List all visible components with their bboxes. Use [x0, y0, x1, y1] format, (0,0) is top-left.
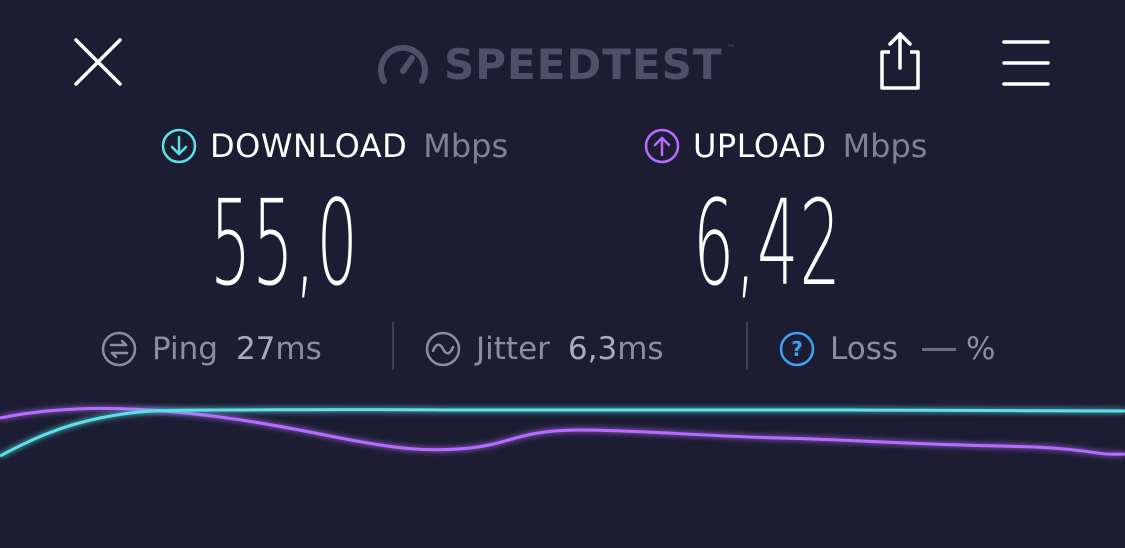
loss-empty-dash [922, 347, 956, 351]
jitter-value: 6,3ms [568, 331, 664, 367]
speedtest-logo: SPEEDTEST ™ [376, 36, 736, 92]
upload-speed-value: 6,42 [693, 174, 842, 312]
trademark-mark: ™ [726, 44, 736, 54]
close-icon [74, 38, 122, 86]
loss-stat[interactable]: ? Loss % [778, 324, 995, 374]
share-button[interactable] [872, 30, 928, 92]
download-speed-value: 55,0 [210, 174, 359, 312]
loss-unit: % [966, 331, 996, 367]
stat-divider [746, 322, 748, 370]
close-button[interactable] [70, 34, 126, 90]
share-icon [880, 32, 920, 90]
ping-number: 27 [235, 331, 276, 367]
loss-label: Loss [830, 331, 898, 367]
download-graph-line [0, 408, 1125, 458]
jitter-wave-icon [425, 331, 461, 367]
menu-button[interactable] [1000, 36, 1052, 88]
speedometer-icon [378, 44, 428, 84]
upload-graph-line [0, 406, 1125, 456]
logo-text: SPEEDTEST [444, 39, 723, 89]
ping-label: Ping [152, 331, 218, 367]
download-header: DOWNLOAD Mbps [160, 124, 508, 168]
download-unit: Mbps [423, 127, 509, 165]
jitter-label: Jitter [476, 331, 550, 367]
hamburger-menu-icon [1002, 40, 1050, 86]
stat-divider [392, 322, 394, 370]
jitter-number: 6,3 [567, 331, 618, 367]
jitter-stat: Jitter 6,3ms [424, 324, 664, 374]
upload-unit: Mbps [842, 127, 928, 165]
help-question-icon[interactable]: ? [778, 330, 816, 368]
ping-stat: Ping 27ms [100, 324, 322, 374]
jitter-unit: ms [617, 331, 664, 367]
ping-value: 27ms [236, 331, 322, 367]
upload-label: UPLOAD [693, 127, 827, 165]
download-label: DOWNLOAD [210, 127, 408, 165]
upload-header: UPLOAD Mbps [643, 124, 927, 168]
speed-graph [0, 406, 1125, 458]
svg-text:?: ? [791, 337, 803, 361]
ping-icon [101, 331, 137, 367]
upload-arrow-icon [644, 128, 680, 164]
ping-unit: ms [275, 331, 322, 367]
download-arrow-icon [161, 128, 197, 164]
